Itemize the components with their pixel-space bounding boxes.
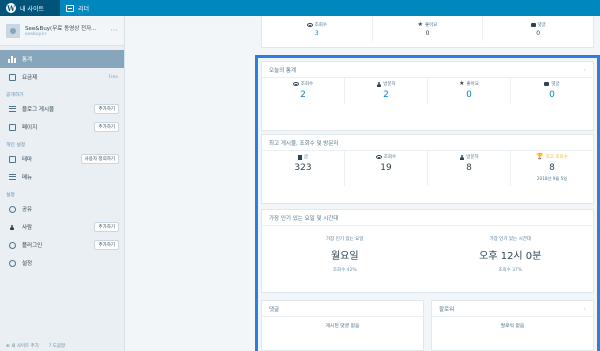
site-title: See&Buy(무료 동영상 전자... bbox=[25, 26, 97, 32]
comment-icon bbox=[530, 23, 536, 27]
add-site-link[interactable]: ⊕ 새 사이트 추가 bbox=[6, 343, 39, 349]
posts-icon bbox=[8, 105, 16, 113]
star-icon: ★ bbox=[417, 21, 423, 28]
wordpress-logo-icon: W bbox=[6, 3, 16, 13]
sidebar-item-sharing[interactable]: 공유 bbox=[0, 200, 124, 218]
customize-button[interactable]: 사용자 정의하기 bbox=[80, 154, 119, 164]
sidebar-item-label: 설정 bbox=[22, 261, 33, 267]
share-icon bbox=[8, 205, 16, 213]
help-link[interactable]: ? 도움말 bbox=[49, 343, 65, 349]
reader-label: 리더 bbox=[78, 5, 90, 13]
sidebar-item-label: 사람 bbox=[22, 225, 33, 231]
sidebar: See&Buy(무료 동영상 전자... seebuy.kr ··· 통계 요금… bbox=[0, 16, 125, 351]
themes-icon bbox=[8, 155, 16, 163]
reader-icon bbox=[66, 4, 74, 12]
eye-icon bbox=[306, 23, 313, 27]
sidebar-item-label: 메뉴 bbox=[22, 175, 33, 181]
plan-tag: Free bbox=[108, 74, 118, 80]
top-stats-strip: 조회수 3 ★ 좋아요 0 댓글 0 bbox=[261, 16, 594, 48]
stat-likes[interactable]: ★ 좋아요 0 bbox=[373, 16, 484, 41]
stat-views[interactable]: 조회수 3 bbox=[262, 16, 373, 41]
sidebar-item-label: 페이지 bbox=[22, 125, 38, 131]
section-label-settings: 설정 bbox=[6, 193, 15, 198]
site-icon bbox=[6, 23, 20, 38]
sidebar-item-label: 공유 bbox=[22, 207, 33, 213]
section-label-personalize: 개인 설정 bbox=[6, 143, 26, 148]
site-url: seebuy.kr bbox=[25, 32, 47, 37]
plugins-icon bbox=[8, 241, 16, 249]
gear-icon bbox=[8, 259, 16, 267]
sidebar-item-label: 요금제 bbox=[22, 75, 38, 81]
sidebar-item-plans[interactable]: 요금제 Free bbox=[0, 68, 124, 86]
menus-icon bbox=[8, 173, 16, 181]
add-post-button[interactable]: 추가하기 bbox=[94, 104, 119, 114]
plans-icon bbox=[8, 73, 16, 81]
sidebar-item-pages[interactable]: 페이지 추가하기 bbox=[0, 118, 124, 136]
sidebar-item-menus[interactable]: 메뉴 bbox=[0, 168, 124, 186]
stat-label: 조회수 bbox=[314, 23, 328, 28]
sidebar-footer: ⊕ 새 사이트 추가 ? 도움말 bbox=[0, 341, 124, 351]
stat-value: 0 bbox=[536, 30, 541, 37]
masterbar: W 내 사이트 리더 bbox=[0, 0, 600, 16]
sidebar-item-label: 통계 bbox=[22, 57, 33, 63]
my-sites-label: 내 사이트 bbox=[20, 5, 44, 13]
section-label-publish: 공개하기 bbox=[6, 93, 24, 98]
sidebar-item-blog-posts[interactable]: 블로그 게시물 추가하기 bbox=[0, 100, 124, 118]
reader-tab[interactable]: 리더 bbox=[60, 0, 95, 16]
sidebar-item-label: 블로그 게시물 bbox=[22, 107, 55, 113]
more-options-icon[interactable]: ··· bbox=[110, 26, 118, 35]
my-sites-tab[interactable]: W 내 사이트 bbox=[0, 0, 60, 16]
add-page-button[interactable]: 추가하기 bbox=[94, 122, 119, 132]
sidebar-item-label: 테마 bbox=[22, 157, 33, 163]
stat-value: 3 bbox=[314, 30, 319, 37]
stat-comments[interactable]: 댓글 0 bbox=[483, 16, 593, 41]
pages-icon bbox=[8, 123, 16, 131]
sidebar-item-plugins[interactable]: 플러그인 추가하기 bbox=[0, 236, 124, 254]
sidebar-item-settings[interactable]: 설정 bbox=[0, 254, 124, 272]
people-icon bbox=[8, 223, 16, 231]
highlight-frame bbox=[255, 55, 600, 351]
sidebar-item-themes[interactable]: 테마 사용자 정의하기 bbox=[0, 150, 124, 168]
stats-icon bbox=[8, 55, 16, 63]
add-people-button[interactable]: 추가하기 bbox=[94, 222, 119, 232]
sidebar-item-stats[interactable]: 통계 bbox=[0, 50, 124, 68]
site-selector[interactable]: See&Buy(무료 동영상 전자... seebuy.kr ··· bbox=[0, 16, 124, 46]
sidebar-item-people[interactable]: 사람 추가하기 bbox=[0, 218, 124, 236]
stat-label: 좋아요 bbox=[424, 23, 438, 28]
add-plugin-button[interactable]: 추가하기 bbox=[94, 240, 119, 250]
sidebar-item-label: 플러그인 bbox=[22, 243, 43, 249]
stat-label: 댓글 bbox=[537, 23, 546, 28]
stat-value: 0 bbox=[425, 30, 430, 37]
